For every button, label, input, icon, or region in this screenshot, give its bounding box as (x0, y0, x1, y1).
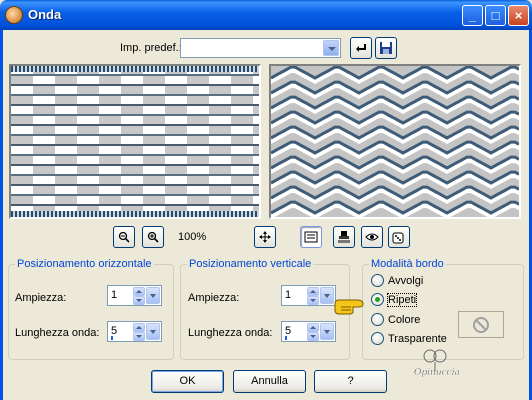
radio-repeat-label: Ripeti (386, 292, 418, 307)
chevron-down-icon[interactable] (146, 287, 160, 304)
radio-repeat[interactable]: Ripeti (371, 292, 418, 307)
window-title: Onda (28, 7, 62, 22)
chevron-down-icon[interactable] (320, 287, 334, 304)
vertical-wavelength-label: Lunghezza onda: (188, 327, 273, 339)
vertical-amplitude-stepper[interactable]: 1 (281, 285, 336, 306)
horizontal-amplitude-stepper[interactable]: 1 (107, 285, 162, 306)
move-icon (259, 231, 271, 243)
radio-color-dot[interactable] (371, 313, 384, 326)
text-caret (111, 336, 113, 340)
spin-down-icon[interactable] (307, 296, 319, 305)
clover-icon: Opinuccia (414, 349, 460, 378)
zoom-in-button[interactable] (142, 226, 164, 248)
result-preview[interactable] (269, 64, 521, 219)
zoom-in-icon (147, 231, 159, 243)
spin-up-icon[interactable] (133, 323, 145, 332)
horizontal-amplitude-label: Ampiezza: (15, 292, 67, 304)
window-frame-left (0, 30, 3, 400)
spin-up-icon[interactable] (307, 323, 319, 332)
horizontal-group: Posizionamento orizzontale Ampiezza: 1 L… (8, 258, 174, 360)
original-preview-image (11, 66, 259, 217)
radio-transparent[interactable]: Trasparente (371, 332, 447, 345)
radio-repeat-dot[interactable] (371, 293, 384, 306)
stamp-icon (338, 231, 350, 243)
vertical-wavelength-stepper[interactable]: 5 (281, 321, 336, 342)
spin-down-icon[interactable] (307, 332, 319, 341)
ok-button[interactable]: OK (151, 370, 224, 393)
spin-down-icon[interactable] (133, 332, 145, 341)
zoom-level: 100% (178, 231, 207, 243)
app-icon[interactable] (5, 6, 23, 24)
cancel-button[interactable]: Annulla (233, 370, 306, 393)
horizontal-amplitude-value: 1 (111, 289, 118, 301)
eye-icon (365, 233, 379, 241)
vertical-group: Posizionamento verticale Ampiezza: 1 Lun… (180, 258, 350, 360)
preview-eye-button[interactable] (361, 226, 383, 248)
text-caret (285, 336, 287, 340)
radio-transparent-label: Trasparente (388, 332, 447, 345)
original-preview[interactable] (9, 64, 261, 219)
maximize-button[interactable]: □ (485, 5, 506, 26)
radio-transparent-dot[interactable] (371, 332, 384, 345)
zoom-out-button[interactable] (113, 226, 135, 248)
pan-button[interactable] (254, 226, 276, 248)
vertical-amplitude-value: 1 (285, 289, 292, 301)
radio-wrap[interactable]: Avvolgi (371, 274, 423, 287)
radio-color[interactable]: Colore (371, 313, 420, 326)
spin-up-icon[interactable] (133, 287, 145, 296)
proof-toggle-icon (304, 231, 318, 243)
horizontal-wavelength-label: Lunghezza onda: (15, 327, 100, 339)
disabled-no-icon (473, 316, 489, 333)
reset-arrow-icon (356, 44, 366, 52)
radio-wrap-dot[interactable] (371, 274, 384, 287)
edge-color-swatch[interactable] (458, 311, 504, 338)
save-preset-button[interactable] (375, 37, 397, 59)
stamp-button[interactable] (333, 226, 355, 248)
floppy-disk-icon (380, 42, 392, 54)
vertical-group-title: Posizionamento verticale (187, 258, 314, 270)
radio-color-label: Colore (388, 313, 421, 326)
spin-down-icon[interactable] (133, 296, 145, 305)
result-preview-image (271, 66, 519, 217)
watermark-logo: Opinuccia (406, 348, 468, 388)
edge-mode-group: Modalità bordo Avvolgi Ripeti Colore Tra… (362, 258, 524, 360)
randomize-button[interactable] (388, 226, 410, 248)
zoom-out-icon (118, 231, 130, 243)
horizontal-wavelength-stepper[interactable]: 5 (107, 321, 162, 342)
close-button[interactable]: × (508, 5, 529, 26)
horizontal-group-title: Posizionamento orizzontale (15, 258, 154, 270)
preset-combo[interactable] (180, 38, 341, 58)
minimize-button[interactable]: _ (462, 5, 483, 26)
chevron-down-icon[interactable] (323, 40, 339, 56)
title-bar[interactable]: Onda _ □ × (0, 0, 532, 30)
chevron-down-icon[interactable] (320, 323, 334, 340)
chevron-down-icon[interactable] (146, 323, 160, 340)
preset-label: Imp. predef.: (120, 42, 182, 54)
spin-up-icon[interactable] (307, 287, 319, 296)
proof-toggle-button[interactable] (300, 226, 322, 248)
watermark-text: Opinuccia (414, 368, 460, 378)
edge-mode-group-title: Modalità bordo (369, 258, 446, 270)
help-button[interactable]: ? (314, 370, 387, 393)
vertical-amplitude-label: Ampiezza: (188, 292, 240, 304)
reset-preset-button[interactable] (350, 37, 372, 59)
pointing-hand-icon (334, 299, 364, 315)
radio-wrap-label: Avvolgi (388, 274, 424, 287)
randomize-dice-icon (392, 232, 404, 244)
